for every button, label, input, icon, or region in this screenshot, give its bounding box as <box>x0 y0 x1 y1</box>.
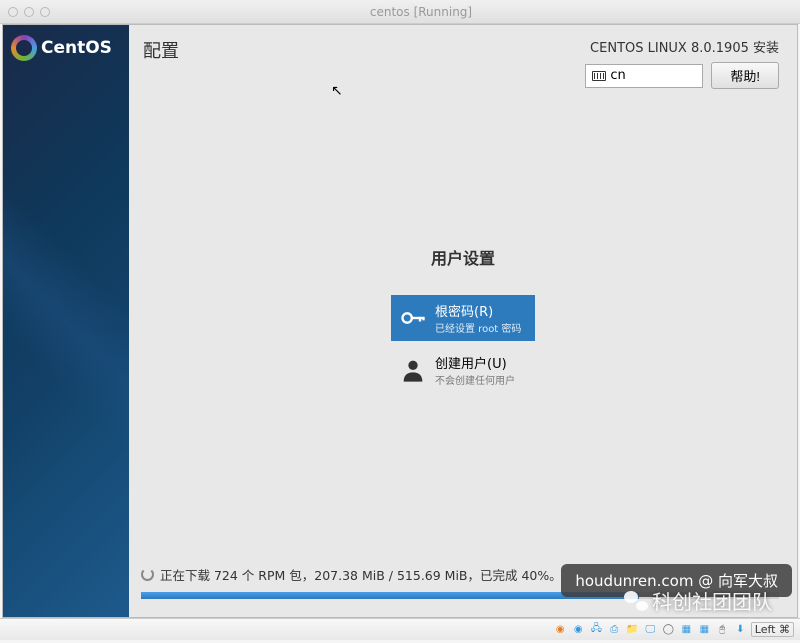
section-heading: 用户设置 <box>431 245 495 269</box>
wechat-icon <box>624 591 648 611</box>
settings-icon[interactable]: ▦ <box>697 622 712 637</box>
shared-folder-icon[interactable]: 📁 <box>625 622 640 637</box>
user-settings-section: 用户设置 根密码(R) 已经设置 root 密码 创建用户(U) 不会创建任何用 <box>129 97 797 565</box>
installer-version: CENTOS LINUX 8.0.1905 安装 <box>585 37 779 56</box>
brand-text: CentOS <box>41 38 112 58</box>
network-icon[interactable]: 🖧 <box>589 622 604 637</box>
close-window-button[interactable] <box>8 7 18 17</box>
watermark-team: 科创社团团队 <box>624 586 772 615</box>
audio-icon[interactable]: ▦ <box>679 622 694 637</box>
progress-text: 正在下载 724 个 RPM 包，207.38 MiB / 515.69 MiB… <box>160 565 562 584</box>
keyboard-layout-selector[interactable]: cn <box>585 64 703 88</box>
topbar: 配置 CENTOS LINUX 8.0.1905 安装 cn 帮助! <box>129 25 797 97</box>
centos-logo-icon <box>11 35 37 61</box>
minimize-window-button[interactable] <box>24 7 34 17</box>
display-icon[interactable]: 🖵 <box>643 622 658 637</box>
main-content: ↖ 配置 CENTOS LINUX 8.0.1905 安装 cn 帮助! 用户设… <box>129 25 797 617</box>
host-key-label: Left ⌘ <box>751 622 794 637</box>
create-user-status: 不会创建任何用户 <box>435 372 515 387</box>
sidebar: CentOS <box>3 25 129 617</box>
root-password-status: 已经设置 root 密码 <box>435 320 521 335</box>
optical-icon[interactable]: ◉ <box>571 622 586 637</box>
user-icon <box>399 356 427 384</box>
logo: CentOS <box>3 25 129 71</box>
keyboard-layout-value: cn <box>610 68 625 83</box>
vm-statusbar: ◉ ◉ 🖧 ⎙ 📁 🖵 ◯ ▦ ▦ 🖰 ⬇ Left ⌘ <box>0 618 800 640</box>
recording-icon[interactable]: ◯ <box>661 622 676 637</box>
window-titlebar: centos [Running] <box>0 0 800 24</box>
mouse-integration-icon[interactable]: 🖰 <box>715 622 730 637</box>
usb-icon[interactable]: ⎙ <box>607 622 622 637</box>
help-button[interactable]: 帮助! <box>711 62 779 89</box>
spinner-icon <box>141 568 154 581</box>
installer-window: CentOS ↖ 配置 CENTOS LINUX 8.0.1905 安装 cn … <box>2 24 798 618</box>
disk-icon[interactable]: ◉ <box>553 622 568 637</box>
root-password-label: 根密码(R) <box>435 301 521 320</box>
topbar-right: CENTOS LINUX 8.0.1905 安装 cn 帮助! <box>585 37 779 89</box>
window-title: centos [Running] <box>50 5 792 19</box>
keyboard-capture-icon[interactable]: ⬇ <box>733 622 748 637</box>
window-controls <box>8 7 50 17</box>
create-user-label: 创建用户(U) <box>435 353 515 372</box>
key-icon <box>399 304 427 332</box>
page-title: 配置 <box>143 37 179 89</box>
create-user-option[interactable]: 创建用户(U) 不会创建任何用户 <box>391 347 535 393</box>
root-password-option[interactable]: 根密码(R) 已经设置 root 密码 <box>391 295 535 341</box>
keyboard-icon <box>592 71 606 81</box>
maximize-window-button[interactable] <box>40 7 50 17</box>
